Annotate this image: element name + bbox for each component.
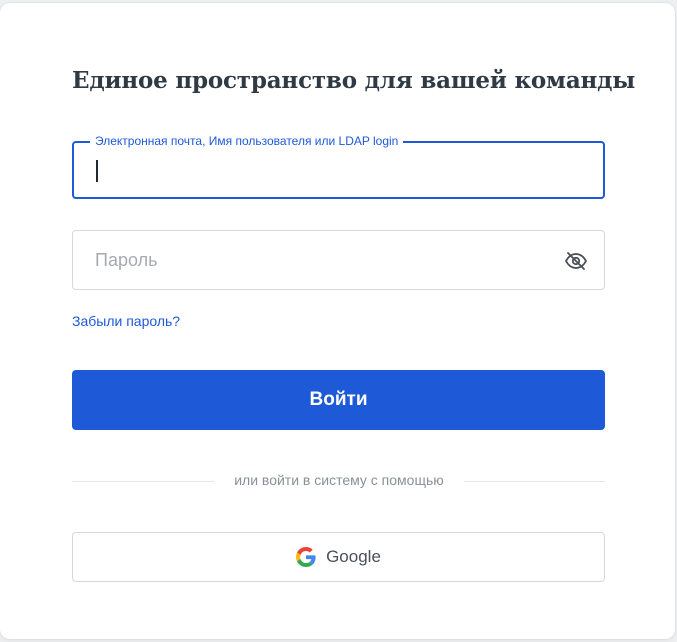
text-caret (96, 160, 98, 182)
eye-off-icon[interactable] (564, 249, 588, 273)
password-input[interactable] (73, 231, 604, 289)
google-button-label: Google (326, 547, 381, 566)
forgot-password-link[interactable]: Забыли пароль? (72, 313, 180, 329)
email-field[interactable]: Электронная почта, Имя пользователя или … (72, 133, 605, 199)
email-input[interactable] (74, 143, 603, 197)
password-field[interactable] (72, 230, 605, 290)
google-login-button[interactable]: Google (72, 532, 605, 582)
google-logo-icon (296, 547, 316, 567)
login-button[interactable]: Войти (72, 370, 605, 430)
divider-text: или войти в систему с помощью (234, 472, 444, 488)
login-card: Единое пространство для вашей команды Эл… (0, 3, 675, 639)
login-page: Единое пространство для вашей команды Эл… (0, 0, 677, 642)
page-title: Единое пространство для вашей команды (72, 67, 636, 94)
divider-line-left (72, 481, 214, 482)
divider-line-right (464, 481, 605, 482)
